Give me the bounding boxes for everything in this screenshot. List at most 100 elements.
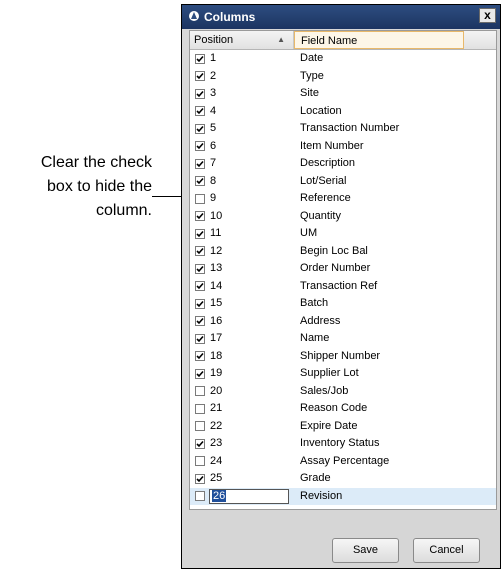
close-button[interactable]: x [479, 8, 496, 23]
table-row[interactable]: 15 Batch [190, 295, 496, 313]
visible-checkbox-checked[interactable] [195, 333, 205, 344]
visible-checkbox-checked[interactable] [195, 53, 205, 64]
checkmark-icon [196, 72, 204, 80]
cancel-button[interactable]: Cancel [413, 538, 480, 563]
table-row[interactable]: 22 Expire Date [190, 418, 496, 436]
visible-checkbox-checked[interactable] [195, 281, 205, 291]
checkmark-icon [196, 55, 204, 62]
position-edit-field[interactable]: 26 [209, 488, 289, 504]
table-row[interactable]: 24 Assay Percentage [190, 453, 496, 471]
table-row[interactable]: 13 Order Number [190, 260, 496, 278]
position-header-label: Position [194, 34, 234, 46]
visible-checkbox-unchecked[interactable] [195, 491, 205, 501]
field-name-cell: Shipper Number [300, 349, 381, 362]
visible-checkbox-checked[interactable] [195, 351, 205, 361]
field-name-cell: Transaction Number [300, 122, 400, 134]
table-row[interactable]: 11 UM [190, 225, 496, 243]
visible-checkbox-checked[interactable] [195, 106, 205, 116]
visible-checkbox-unchecked[interactable] [195, 421, 205, 431]
visible-checkbox-checked[interactable] [195, 158, 205, 169]
position-cell: 13 [210, 262, 223, 274]
field-name-cell: Type [300, 69, 324, 82]
field-name-cell: Name [300, 332, 330, 344]
table-row[interactable]: 23 Inventory Status [190, 435, 496, 453]
table-row[interactable]: 25 Grade [190, 470, 496, 488]
table-row[interactable]: 9 Reference [190, 190, 496, 208]
visible-checkbox-checked[interactable] [195, 298, 205, 309]
position-cell: 22 [210, 419, 223, 432]
position-cell: 18 [210, 349, 223, 362]
field-name-cell: Begin Loc Bal [300, 244, 368, 257]
grid-rows: 1 Date 2 Type 3 Site 4 Location 5 Transaction Num… [190, 50, 496, 505]
table-row[interactable]: 21 Reason Code [190, 400, 496, 418]
field-name-column-header[interactable]: Field Name [294, 31, 464, 49]
table-row[interactable]: 4 Location [190, 103, 496, 121]
visible-checkbox-checked[interactable] [195, 368, 205, 379]
save-button[interactable]: Save [332, 538, 399, 563]
position-cell: 3 [210, 87, 217, 99]
table-row[interactable]: 14 Transaction Ref [190, 278, 496, 296]
position-cell: 14 [210, 279, 223, 292]
position-cell: 1 [210, 52, 217, 64]
checkmark-icon [196, 440, 204, 447]
field-name-cell: Expire Date [300, 419, 358, 432]
table-row[interactable]: 12 Begin Loc Bal [190, 243, 496, 261]
table-row[interactable]: 16 Address [190, 313, 496, 331]
visible-checkbox-checked[interactable] [195, 141, 205, 151]
visible-checkbox-unchecked[interactable] [195, 456, 205, 466]
visible-checkbox-unchecked[interactable] [195, 386, 205, 396]
checkmark-icon [196, 142, 204, 150]
visible-checkbox-checked[interactable] [195, 123, 205, 134]
visible-checkbox-unchecked[interactable] [195, 193, 205, 204]
position-cell: 7 [210, 157, 217, 169]
field-name-cell: Reason Code [300, 402, 368, 414]
grid-header: Position ▲ Field Name [190, 31, 496, 50]
window-title: Columns [204, 10, 256, 24]
visible-checkbox-checked[interactable] [195, 263, 205, 274]
field-name-header-label: Field Name [301, 35, 358, 47]
table-row[interactable]: 2 Type [190, 68, 496, 86]
field-name-cell: Item Number [300, 139, 364, 152]
position-cell: 4 [210, 104, 217, 117]
visible-checkbox-checked[interactable] [195, 88, 205, 99]
position-column-header[interactable]: Position ▲ [190, 31, 294, 49]
table-row[interactable]: 19 Supplier Lot [190, 365, 496, 383]
visible-checkbox-checked[interactable] [195, 438, 205, 449]
position-cell: 16 [210, 314, 223, 327]
position-cell: 24 [210, 454, 223, 467]
field-name-cell: Date [300, 52, 324, 64]
table-row[interactable]: 7 Description [190, 155, 496, 173]
table-row[interactable]: 8 Lot/Serial [190, 173, 496, 191]
title-bar[interactable]: Columns x [182, 5, 500, 29]
table-row[interactable]: 17 Name [190, 330, 496, 348]
checkmark-icon [196, 230, 204, 237]
visible-checkbox-checked[interactable] [195, 228, 205, 239]
visible-checkbox-checked[interactable] [195, 176, 205, 186]
table-row[interactable]: 10 Quantity [190, 208, 496, 226]
position-cell: 10 [210, 209, 223, 222]
visible-checkbox-checked[interactable] [195, 71, 205, 81]
checkmark-icon [196, 160, 204, 167]
field-name-cell: Supplier Lot [300, 367, 359, 379]
visible-checkbox-checked[interactable] [195, 246, 205, 256]
visible-checkbox-checked[interactable] [195, 473, 205, 484]
visible-checkbox-checked[interactable] [195, 211, 205, 221]
field-name-cell: Inventory Status [300, 437, 380, 449]
close-icon: x [484, 8, 491, 22]
field-name-cell: Grade [300, 472, 331, 484]
table-row[interactable]: 20 Sales/Job [190, 383, 496, 401]
checkmark-icon [196, 90, 204, 97]
table-row[interactable]: 1 Date [190, 50, 496, 68]
table-row[interactable]: 18 Shipper Number [190, 348, 496, 366]
table-row[interactable]: 6 Item Number [190, 138, 496, 156]
table-row[interactable]: 26 Revision [190, 487, 496, 505]
position-cell: 20 [210, 384, 223, 397]
callout-line-1: Clear the check [40, 154, 152, 171]
callout-line-3: column. [95, 202, 152, 219]
checkmark-icon [196, 300, 204, 307]
dialog-footer: Save Cancel [182, 510, 500, 568]
table-row[interactable]: 5 Transaction Number [190, 120, 496, 138]
table-row[interactable]: 3 Site [190, 85, 496, 103]
visible-checkbox-unchecked[interactable] [195, 403, 205, 414]
visible-checkbox-checked[interactable] [195, 316, 205, 326]
